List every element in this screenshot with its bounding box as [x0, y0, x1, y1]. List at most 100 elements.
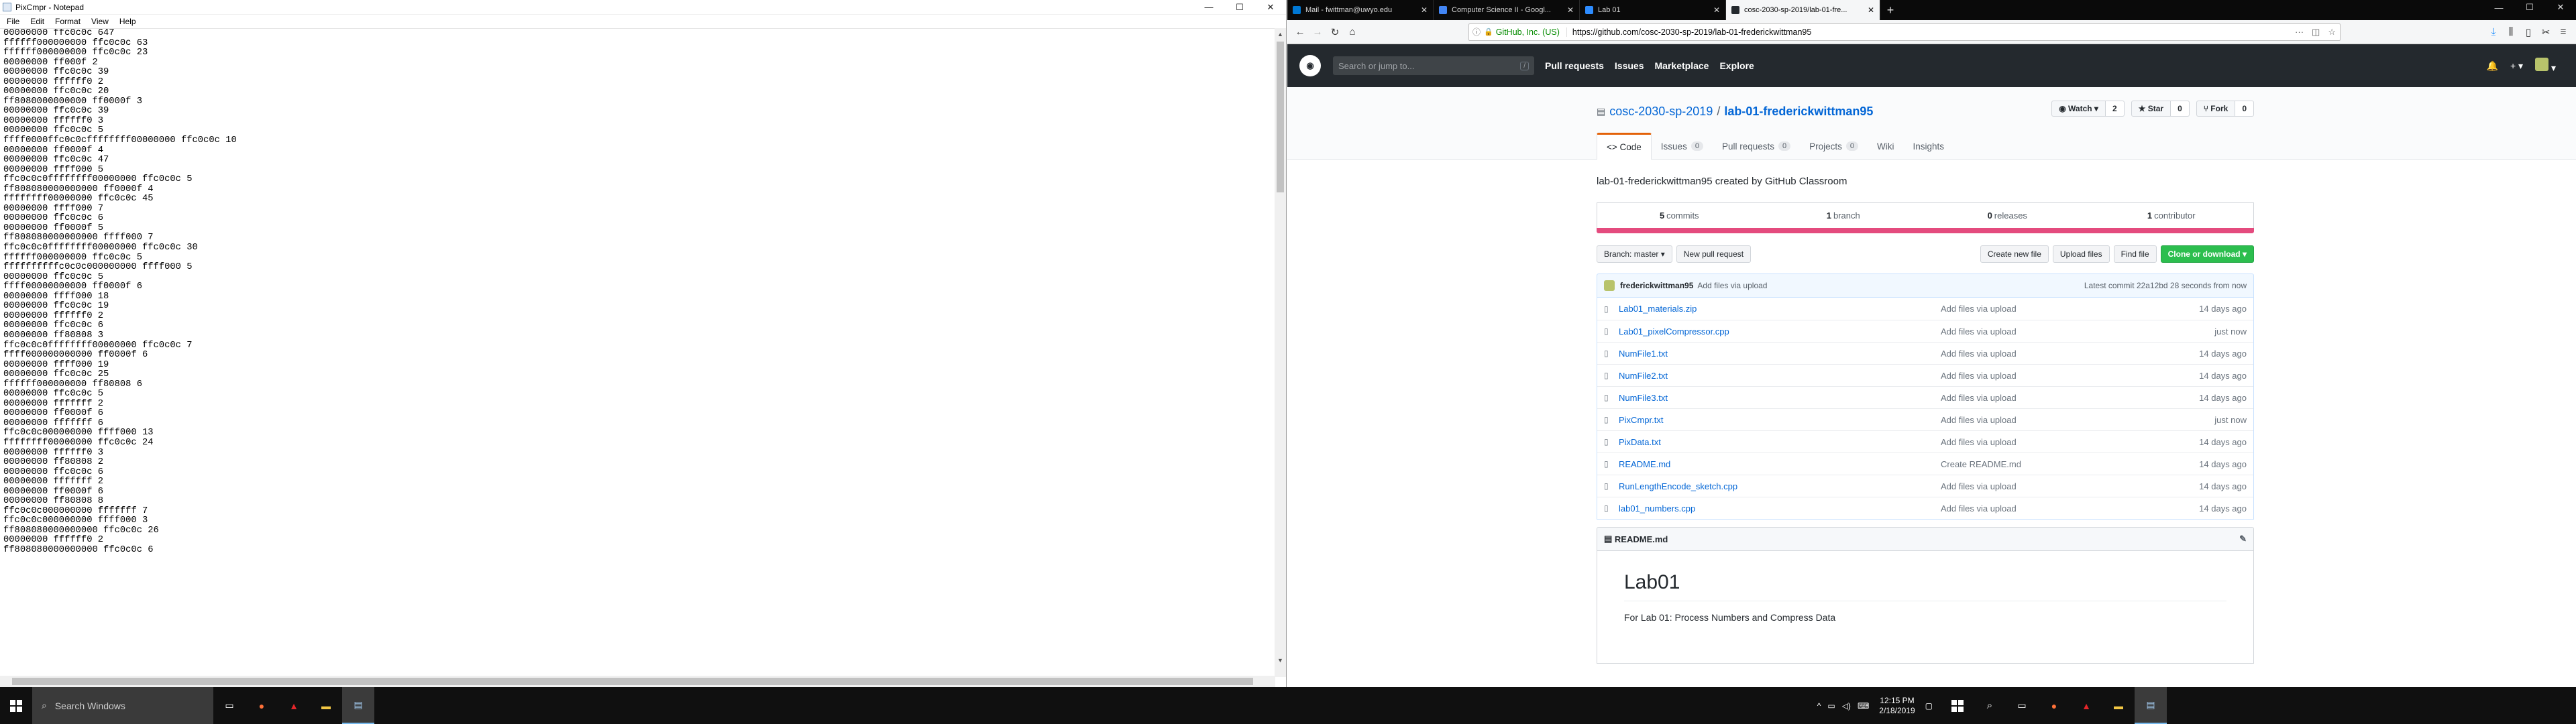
branch-select-button[interactable]: Branch: master ▾	[1597, 245, 1672, 263]
file-commit-message[interactable]: Add files via upload	[1941, 393, 2166, 403]
create-new-file-button[interactable]: Create new file	[1980, 245, 2049, 263]
menu-icon[interactable]: ≡	[2555, 23, 2572, 41]
file-name-link[interactable]: PixData.txt	[1619, 437, 1941, 447]
find-file-button[interactable]: Find file	[2113, 245, 2157, 263]
reload-icon[interactable]: ↻	[1326, 23, 1344, 41]
bookmark-star-icon[interactable]: ☆	[2324, 27, 2340, 38]
volume-icon[interactable]: ◁)	[1842, 701, 1851, 711]
nav-explore[interactable]: Explore	[1719, 60, 1754, 71]
address-bar[interactable]: ⓘ 🔒 GitHub, Inc. (US) https://github.com…	[1468, 23, 2341, 41]
sidebar-icon[interactable]: ▯	[2520, 23, 2537, 41]
close-button[interactable]: ✕	[2545, 0, 2576, 15]
new-tab-button[interactable]: +	[1880, 0, 1900, 20]
clock[interactable]: 12:15 PM 2/18/2019	[1879, 696, 1915, 716]
file-commit-message[interactable]: Create README.md	[1941, 459, 2166, 469]
task-view-icon[interactable]: ▭	[2006, 687, 2038, 724]
notifications-bell-icon[interactable]: 🔔	[2487, 60, 2498, 72]
file-commit-message[interactable]: Add files via upload	[1941, 304, 2166, 314]
taskbar-search-input[interactable]: ⌕ Search Windows	[32, 687, 213, 724]
file-commit-message[interactable]: Add files via upload	[1941, 415, 2166, 425]
tab-projects[interactable]: Projects 0	[1800, 133, 1868, 160]
new-pull-request-button[interactable]: New pull request	[1676, 245, 1752, 263]
keyboard-icon[interactable]: ⌨	[1858, 701, 1869, 711]
scrollbar-thumb[interactable]	[1277, 42, 1284, 192]
file-name-link[interactable]: README.md	[1619, 459, 1941, 469]
nav-pull-requests[interactable]: Pull requests	[1545, 60, 1604, 71]
github-search-input[interactable]: Search or jump to... /	[1333, 56, 1534, 75]
watch-button[interactable]: ◉ Watch ▾ 2	[2051, 101, 2125, 117]
file-explorer-icon[interactable]: ▬	[2102, 687, 2135, 724]
url-text[interactable]: https://github.com/cosc-2030-sp-2019/lab…	[1572, 27, 2291, 37]
screenshot-icon[interactable]: ✂	[2537, 23, 2555, 41]
firefox-icon[interactable]: ●	[246, 687, 278, 724]
file-commit-message[interactable]: Add files via upload	[1941, 326, 2166, 337]
file-name-link[interactable]: NumFile2.txt	[1619, 371, 1941, 381]
edit-pencil-icon[interactable]: ✎	[2239, 534, 2247, 544]
file-name-link[interactable]: Lab01_pixelCompressor.cpp	[1619, 326, 1941, 337]
maximize-button[interactable]: ☐	[2514, 0, 2545, 15]
tab-pull-requests[interactable]: Pull requests 0	[1713, 133, 1800, 160]
horizontal-scrollbar[interactable]	[0, 676, 1275, 687]
downloads-icon[interactable]: ⤓	[2485, 23, 2502, 41]
tab-mail[interactable]: Mail - fwittman@uwyo.edu ✕	[1287, 0, 1434, 20]
action-center-icon[interactable]: ▢	[1925, 701, 1933, 711]
file-name-link[interactable]: lab01_numbers.cpp	[1619, 503, 1941, 514]
tab-lab01[interactable]: Lab 01 ✕	[1580, 0, 1726, 20]
task-view-icon[interactable]: ▭	[213, 687, 246, 724]
repo-name-link[interactable]: lab-01-frederickwittman95	[1724, 105, 1873, 119]
avatar[interactable]: ▾	[2535, 58, 2556, 74]
lock-icon[interactable]: 🔒	[1484, 27, 1493, 36]
tab-issues[interactable]: Issues 0	[1652, 133, 1713, 160]
minimize-button[interactable]: —	[2483, 0, 2514, 15]
plus-dropdown-icon[interactable]: + ▾	[2510, 60, 2523, 72]
commits-link[interactable]: 5 commits	[1597, 203, 1762, 228]
commit-message[interactable]: Add files via upload	[1697, 281, 2084, 290]
notepad-text-area[interactable]: 00000000 ffc0c0c 647 ffffff000000000 ffc0…	[0, 28, 1275, 677]
language-bar[interactable]	[1597, 228, 2254, 233]
library-icon[interactable]: ⫼	[2502, 23, 2520, 41]
tab-github[interactable]: cosc-2030-sp-2019/lab-01-fre... ✕	[1726, 0, 1880, 20]
file-name-link[interactable]: NumFile1.txt	[1619, 349, 1941, 359]
notepad-taskbar-icon[interactable]: ▤	[342, 687, 374, 724]
start-button[interactable]	[0, 687, 32, 724]
tab-insights[interactable]: Insights	[1904, 133, 1954, 160]
page-actions-icon[interactable]: ···	[2291, 27, 2308, 37]
github-logo-icon[interactable]: ◉	[1299, 55, 1321, 76]
repo-owner-link[interactable]: cosc-2030-sp-2019	[1609, 105, 1713, 119]
branches-link[interactable]: 1 branch	[1762, 203, 1926, 228]
hscrollbar-thumb[interactable]	[12, 678, 1253, 685]
watch-count[interactable]: 2	[2105, 101, 2125, 117]
file-commit-message[interactable]: Add files via upload	[1941, 437, 2166, 447]
fork-count[interactable]: 0	[2235, 101, 2254, 117]
nav-marketplace[interactable]: Marketplace	[1655, 60, 1709, 71]
file-name-link[interactable]: RunLengthEncode_sketch.cpp	[1619, 481, 1941, 491]
notepad-taskbar-icon[interactable]: ▤	[2135, 687, 2167, 724]
releases-link[interactable]: 0 releases	[1925, 203, 2090, 228]
nav-issues[interactable]: Issues	[1615, 60, 1644, 71]
tab-wiki[interactable]: Wiki	[1868, 133, 1904, 160]
network-icon[interactable]: ▭	[1827, 701, 1835, 711]
close-tab-icon[interactable]: ✕	[1567, 5, 1574, 15]
file-name-link[interactable]: NumFile3.txt	[1619, 393, 1941, 403]
pocket-icon[interactable]: ◫	[2308, 27, 2324, 38]
file-commit-message[interactable]: Add files via upload	[1941, 371, 2166, 381]
file-commit-message[interactable]: Add files via upload	[1941, 481, 2166, 491]
close-tab-icon[interactable]: ✕	[1421, 5, 1428, 15]
scroll-down-icon[interactable]: ▼	[1275, 654, 1286, 666]
file-name-link[interactable]: PixCmpr.txt	[1619, 415, 1941, 425]
maximize-button[interactable]: ☐	[1224, 0, 1255, 15]
star-button[interactable]: ★ Star 0	[2131, 101, 2190, 117]
file-name-link[interactable]: Lab01_materials.zip	[1619, 304, 1941, 314]
start-button-2[interactable]	[1941, 687, 1974, 724]
star-count[interactable]: 0	[2171, 101, 2190, 117]
clone-download-button[interactable]: Clone or download ▾	[2160, 245, 2254, 263]
tab-computer-science[interactable]: Computer Science II - Googl... ✕	[1434, 0, 1580, 20]
show-hidden-icons-icon[interactable]: ^	[1817, 701, 1821, 711]
scroll-up-icon[interactable]: ▲	[1275, 28, 1286, 40]
menu-view[interactable]: View	[86, 17, 114, 26]
close-tab-icon[interactable]: ✕	[1713, 5, 1720, 15]
close-button[interactable]: ✕	[1255, 0, 1286, 15]
upload-files-button[interactable]: Upload files	[2052, 245, 2110, 263]
site-identity[interactable]: GitHub, Inc. (US)	[1496, 27, 1567, 37]
file-commit-message[interactable]: Add files via upload	[1941, 503, 2166, 514]
